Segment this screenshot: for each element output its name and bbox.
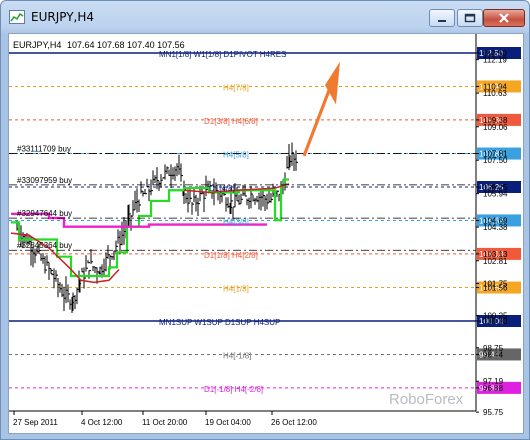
level-label: H4[1/8] [223,285,249,294]
price-tick-label: 105.94 [483,190,508,199]
level-label: D1[3/8] H4[6/8] [204,117,258,126]
price-tick-label: 96.88 [483,384,504,393]
level-label: D1[4/8] [209,184,235,193]
close-icon [499,13,509,23]
level-label: MN1SUP W1SUP D1SUP H4SUP [159,318,280,327]
price-tick-label: 112.19 [483,56,507,65]
title-bar[interactable]: EURJPY,H4 [1,1,529,33]
price-tick-label: 107.50 [483,156,508,165]
roboforex-watermark: RoboForex [389,391,464,408]
price-tick-label: 100.00 [483,317,508,326]
time-label: 11 Oct 20:00 [142,418,188,427]
chart-area[interactable]: MN1[1/8] W1[1/8] D1PIVOT H4RES 112.50 H4[7… [8,33,524,434]
terminal-window: EURJPY,H4 MN1[1/8] W1[1/8] D1PIVOT H4RES… [0,0,530,440]
level-label: D1[-1/8] H4[-2/8] [204,385,263,394]
maximize-icon [464,13,476,23]
minimize-icon [438,20,446,22]
chart-app-icon [9,10,25,24]
time-label: 19 Oct 04:00 [205,418,251,427]
maximize-button[interactable] [457,9,483,27]
price-tick-label: 101.56 [483,284,508,293]
order-label: #32845364 buy [17,241,72,250]
level-label: H4[7/8] [223,83,249,92]
window-title: EURJPY,H4 [31,10,95,24]
level-label: H4[3/8] [223,217,249,226]
ohlc-values: 107.64 107.68 107.40 107.56 [67,40,185,50]
price-chart[interactable]: MN1[1/8] W1[1/8] D1PIVOT H4RES 112.50H4[7… [9,34,523,433]
price-tick-label: 109.06 [483,123,508,132]
time-label: 4 Oct 12:00 [81,418,123,427]
price-tick-label: 98.44 [483,350,504,359]
close-button[interactable] [483,9,525,27]
order-label: #33097959 buy [17,176,72,185]
level-label: D1[1/8] H4[2/8] [204,251,258,260]
symbol-timeframe: EURJPY,H4 [13,40,61,50]
time-label: 26 Oct 12:00 [271,418,317,427]
level-label: H4[-1/8] [223,351,251,360]
price-tick-label: 95.75 [483,408,504,417]
order-label: #33111709 buy [17,145,71,154]
order-label: #32947644 buy [17,209,72,218]
price-tick-label: 102.81 [483,257,508,266]
price-tick-label: 104.38 [483,223,508,232]
level-label: MN1[1/8] W1[1/8] D1PIVOT H4RES [159,50,286,59]
time-label: 27 Sep 2011 [13,418,58,427]
price-tick-label: 110.63 [483,89,507,98]
level-label: H4[5/8] [223,151,249,160]
minimize-button[interactable] [429,9,455,27]
